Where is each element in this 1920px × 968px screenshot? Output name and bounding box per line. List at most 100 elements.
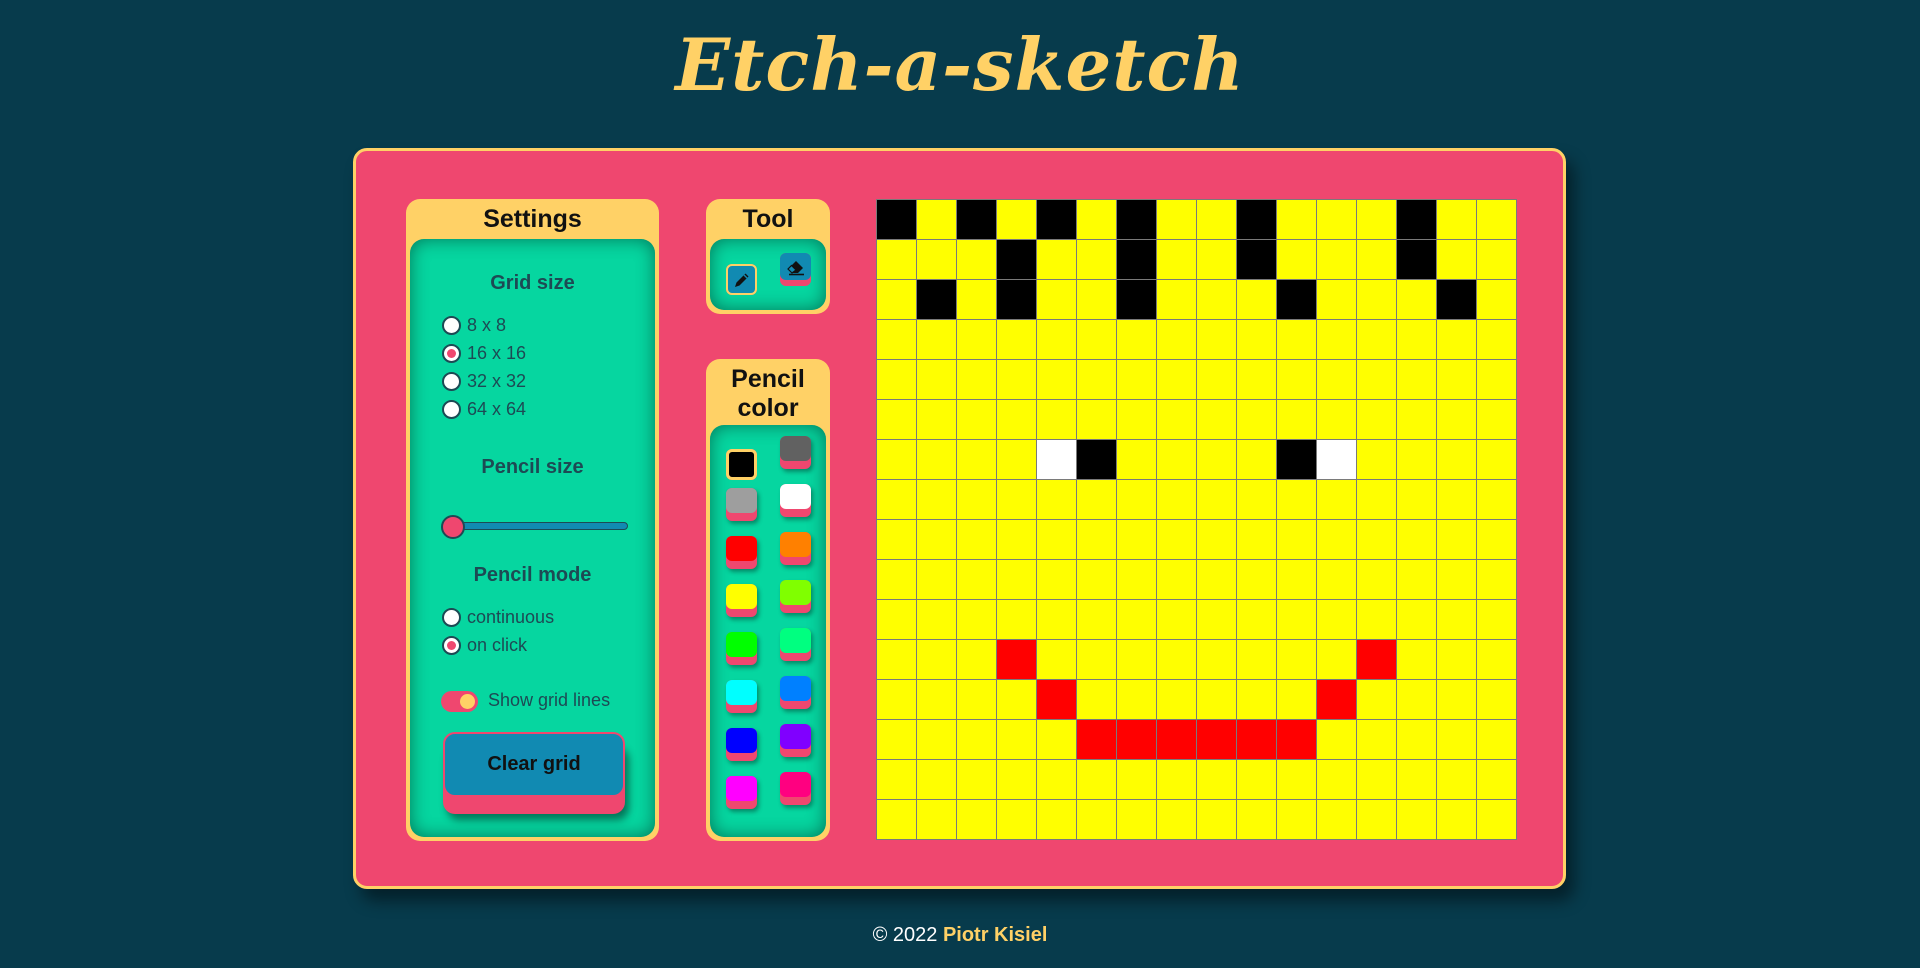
grid-cell[interactable] bbox=[1275, 718, 1317, 760]
grid-cell[interactable] bbox=[1115, 238, 1157, 280]
grid-cell[interactable] bbox=[1315, 438, 1357, 480]
grid-cell[interactable] bbox=[1155, 198, 1197, 240]
color-swatch[interactable] bbox=[780, 484, 811, 517]
grid-cell[interactable] bbox=[1475, 478, 1517, 520]
grid-cell[interactable] bbox=[1355, 558, 1397, 600]
grid-cell[interactable] bbox=[1235, 278, 1277, 320]
grid-cell[interactable] bbox=[1115, 598, 1157, 640]
color-swatch[interactable] bbox=[780, 628, 811, 661]
grid-cell[interactable] bbox=[1235, 438, 1277, 480]
grid-cell[interactable] bbox=[875, 678, 917, 720]
grid-cell[interactable] bbox=[1235, 478, 1277, 520]
grid-cell[interactable] bbox=[955, 198, 997, 240]
grid-cell[interactable] bbox=[1075, 478, 1117, 520]
radio-button[interactable] bbox=[442, 315, 461, 335]
grid-cell[interactable] bbox=[1115, 638, 1157, 680]
grid-cell[interactable] bbox=[1235, 718, 1277, 760]
grid-cell[interactable] bbox=[1155, 398, 1197, 440]
grid-cell[interactable] bbox=[955, 478, 997, 520]
grid-cell[interactable] bbox=[1155, 318, 1197, 360]
grid-cell[interactable] bbox=[1475, 518, 1517, 560]
grid-cell[interactable] bbox=[1315, 758, 1357, 800]
grid-cell[interactable] bbox=[1235, 518, 1277, 560]
grid-cell[interactable] bbox=[1355, 678, 1397, 720]
grid-cell[interactable] bbox=[1395, 318, 1437, 360]
grid-cell[interactable] bbox=[875, 398, 917, 440]
grid-cell[interactable] bbox=[1035, 518, 1077, 560]
grid-cell[interactable] bbox=[995, 358, 1037, 400]
grid-cell[interactable] bbox=[1075, 198, 1117, 240]
radio-button[interactable] bbox=[442, 343, 461, 363]
grid-cell[interactable] bbox=[1075, 638, 1117, 680]
grid-cell[interactable] bbox=[1155, 358, 1197, 400]
grid-cell[interactable] bbox=[1315, 718, 1357, 760]
grid-cell[interactable] bbox=[1075, 278, 1117, 320]
grid-cell[interactable] bbox=[1315, 238, 1357, 280]
grid-cell[interactable] bbox=[1355, 798, 1397, 840]
grid-cell[interactable] bbox=[1355, 398, 1397, 440]
pencil-mode-continuous[interactable]: continuous bbox=[442, 605, 554, 629]
grid-cell[interactable] bbox=[1355, 598, 1397, 640]
color-swatch[interactable] bbox=[726, 728, 757, 761]
grid-cell[interactable] bbox=[1035, 238, 1077, 280]
grid-cell[interactable] bbox=[915, 278, 957, 320]
grid-cell[interactable] bbox=[1435, 558, 1477, 600]
grid-cell[interactable] bbox=[1195, 558, 1237, 600]
grid-cell[interactable] bbox=[995, 598, 1037, 640]
grid-cell[interactable] bbox=[1035, 638, 1077, 680]
grid-cell[interactable] bbox=[1155, 238, 1197, 280]
grid-cell[interactable] bbox=[875, 358, 917, 400]
grid-cell[interactable] bbox=[1315, 638, 1357, 680]
grid-cell[interactable] bbox=[1355, 758, 1397, 800]
grid-cell[interactable] bbox=[1035, 318, 1077, 360]
grid-cell[interactable] bbox=[1115, 558, 1157, 600]
grid-cell[interactable] bbox=[1435, 278, 1477, 320]
color-swatch[interactable] bbox=[780, 532, 811, 565]
grid-cell[interactable] bbox=[1395, 678, 1437, 720]
grid-cell[interactable] bbox=[1275, 638, 1317, 680]
grid-cell[interactable] bbox=[1435, 318, 1477, 360]
grid-cell[interactable] bbox=[875, 558, 917, 600]
grid-cell[interactable] bbox=[1395, 438, 1437, 480]
grid-cell[interactable] bbox=[1435, 238, 1477, 280]
grid-cell[interactable] bbox=[1235, 598, 1277, 640]
grid-cell[interactable] bbox=[915, 318, 957, 360]
grid-cell[interactable] bbox=[1035, 798, 1077, 840]
grid-cell[interactable] bbox=[875, 438, 917, 480]
grid-cell[interactable] bbox=[1115, 798, 1157, 840]
grid-cell[interactable] bbox=[875, 798, 917, 840]
grid-cell[interactable] bbox=[875, 318, 917, 360]
grid-cell[interactable] bbox=[1315, 598, 1357, 640]
grid-cell[interactable] bbox=[1315, 678, 1357, 720]
grid-cell[interactable] bbox=[1315, 798, 1357, 840]
grid-cell[interactable] bbox=[915, 238, 957, 280]
eraser-tool-button[interactable] bbox=[780, 253, 811, 286]
grid-cell[interactable] bbox=[915, 558, 957, 600]
grid-cell[interactable] bbox=[955, 758, 997, 800]
grid-cell[interactable] bbox=[995, 758, 1037, 800]
grid-cell[interactable] bbox=[1475, 318, 1517, 360]
grid-cell[interactable] bbox=[1115, 278, 1157, 320]
grid-cell[interactable] bbox=[1235, 558, 1277, 600]
grid-cell[interactable] bbox=[1475, 278, 1517, 320]
grid-cell[interactable] bbox=[955, 518, 997, 560]
grid-cell[interactable] bbox=[1475, 638, 1517, 680]
grid-cell[interactable] bbox=[1275, 198, 1317, 240]
grid-cell[interactable] bbox=[1355, 318, 1397, 360]
grid-cell[interactable] bbox=[995, 398, 1037, 440]
grid-cell[interactable] bbox=[1195, 798, 1237, 840]
color-swatch[interactable] bbox=[726, 680, 757, 713]
grid-cell[interactable] bbox=[1195, 598, 1237, 640]
grid-cell[interactable] bbox=[1235, 198, 1277, 240]
grid-cell[interactable] bbox=[915, 798, 957, 840]
grid-cell[interactable] bbox=[1315, 398, 1357, 440]
grid-cell[interactable] bbox=[1395, 798, 1437, 840]
grid-cell[interactable] bbox=[1315, 478, 1357, 520]
grid-cell[interactable] bbox=[1155, 518, 1197, 560]
grid-cell[interactable] bbox=[1275, 278, 1317, 320]
grid-cell[interactable] bbox=[1035, 438, 1077, 480]
grid-cell[interactable] bbox=[1355, 358, 1397, 400]
grid-cell[interactable] bbox=[1195, 198, 1237, 240]
grid-cell[interactable] bbox=[1475, 398, 1517, 440]
grid-cell[interactable] bbox=[1275, 798, 1317, 840]
